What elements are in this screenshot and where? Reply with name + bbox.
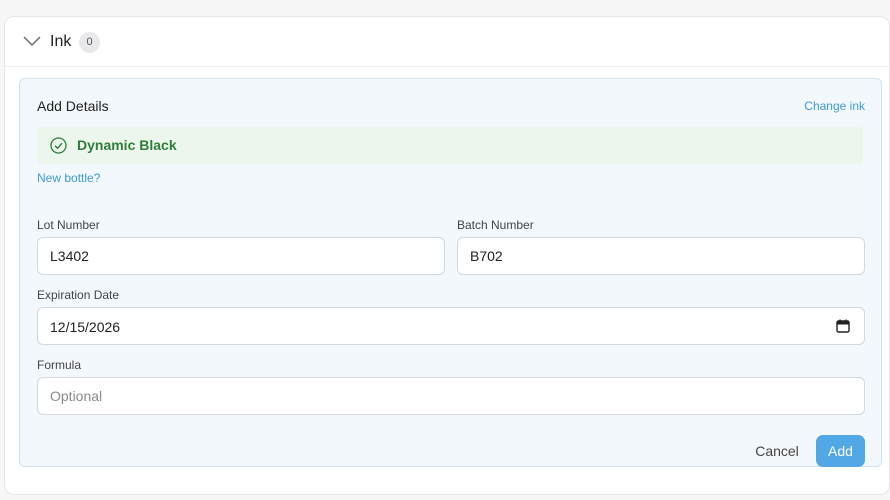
check-circle-icon <box>50 137 67 154</box>
chevron-down-icon[interactable] <box>23 35 41 47</box>
selected-ink-name: Dynamic Black <box>77 137 177 153</box>
change-ink-link[interactable]: Change ink <box>804 99 865 113</box>
batch-number-input[interactable] <box>457 237 865 275</box>
add-button[interactable]: Add <box>816 435 865 467</box>
expiration-date-label: Expiration Date <box>37 288 120 302</box>
ink-panel: Ink 0 Add Details Change ink Dynamic Bla… <box>4 16 890 495</box>
add-details-card: Add Details Change ink Dynamic Black New… <box>19 78 882 467</box>
panel-title: Ink <box>50 33 72 50</box>
card-title: Add Details <box>37 98 109 114</box>
ink-panel-header[interactable]: Ink 0 <box>5 17 889 67</box>
expiration-date-value: 12/15/2026 <box>50 319 121 335</box>
selected-ink-banner: Dynamic Black <box>37 127 863 164</box>
calendar-icon[interactable] <box>836 319 850 333</box>
formula-label: Formula <box>37 358 82 372</box>
lot-number-label: Lot Number <box>37 218 100 232</box>
count-badge: 0 <box>79 32 100 53</box>
formula-input[interactable] <box>37 377 865 415</box>
lot-number-input[interactable] <box>37 237 445 275</box>
cancel-button[interactable]: Cancel <box>744 435 810 467</box>
expiration-date-input[interactable]: 12/15/2026 <box>37 307 865 345</box>
new-bottle-link[interactable]: New bottle? <box>37 171 100 185</box>
batch-number-label: Batch Number <box>457 218 534 232</box>
